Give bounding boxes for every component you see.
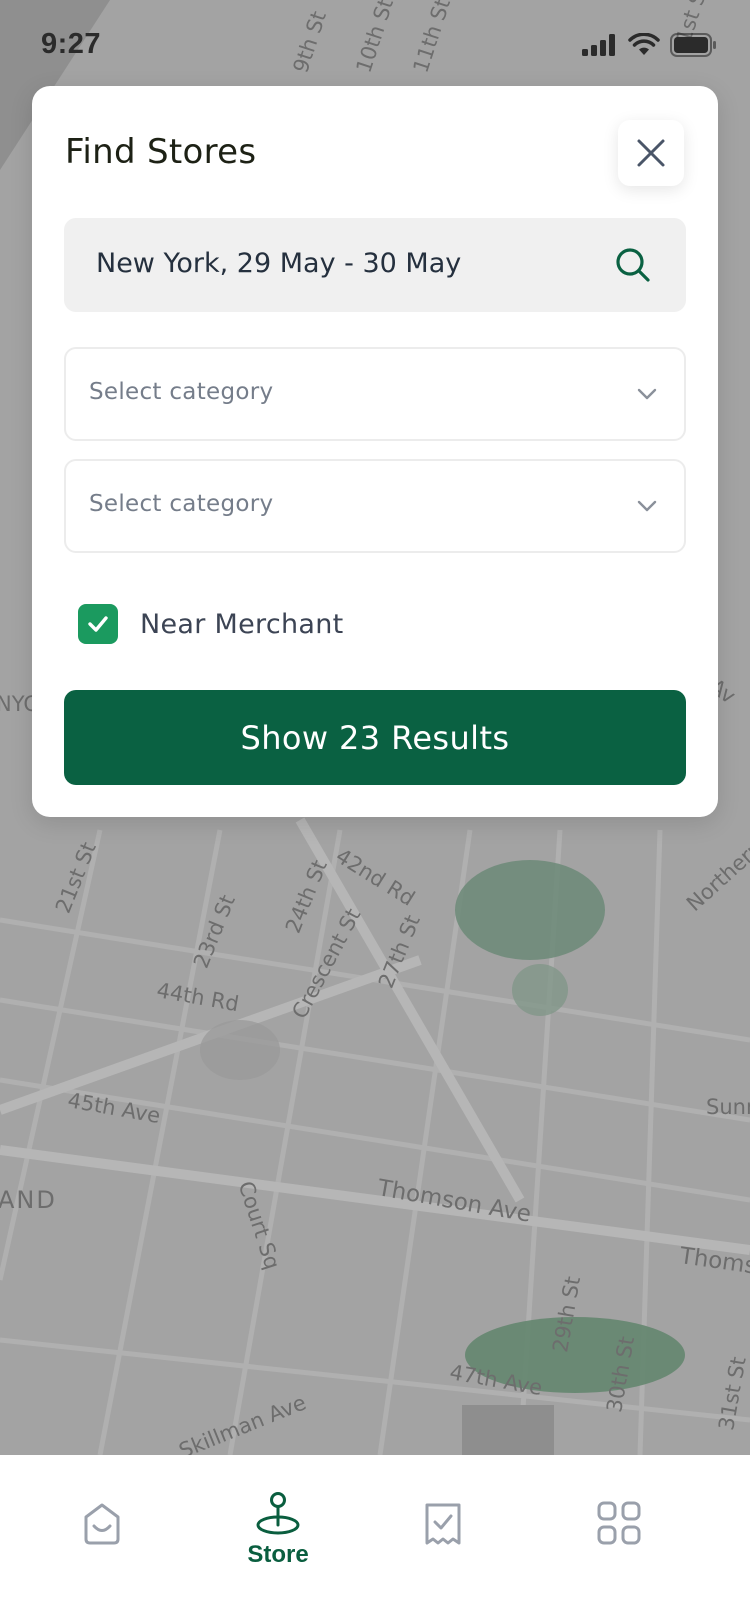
category-select-placeholder: Select category — [89, 491, 274, 517]
bottom-tab-bar: Store — [0, 1455, 750, 1600]
chevron-down-icon — [637, 388, 657, 400]
close-icon — [637, 139, 665, 167]
near-merchant-toggle[interactable]: Near Merchant — [78, 604, 344, 644]
checkmark-icon — [88, 616, 108, 632]
wifi-icon — [628, 33, 660, 55]
battery-icon — [670, 33, 716, 57]
map-pin-icon — [256, 1492, 300, 1535]
status-bar: 9:27 — [0, 0, 750, 88]
find-stores-modal: Find Stores New York, 29 May - 30 May Se… — [32, 86, 718, 817]
receipt-check-icon — [425, 1503, 461, 1545]
tab-receipts[interactable] — [383, 1455, 503, 1600]
map-street-label: AND — [0, 1186, 57, 1214]
search-icon[interactable] — [614, 246, 652, 284]
chevron-down-icon — [637, 500, 657, 512]
modal-title: Find Stores — [65, 132, 257, 172]
category-select[interactable]: Select category — [64, 347, 686, 441]
tab-store-label: Store — [247, 1541, 309, 1568]
category-select[interactable]: Select category — [64, 459, 686, 553]
near-merchant-checkbox[interactable] — [78, 604, 118, 644]
bag-smile-icon — [84, 1503, 120, 1545]
status-icons — [582, 33, 718, 57]
tab-store[interactable]: Store — [218, 1455, 338, 1600]
category-select-placeholder: Select category — [89, 379, 274, 405]
close-button[interactable] — [618, 120, 684, 186]
status-time: 9:27 — [41, 28, 102, 60]
grid-icon — [597, 1501, 641, 1545]
near-merchant-label: Near Merchant — [140, 608, 344, 640]
tab-home[interactable] — [42, 1455, 162, 1600]
show-results-button[interactable]: Show 23 Results — [64, 690, 686, 785]
tab-more[interactable] — [559, 1455, 679, 1600]
search-value: New York, 29 May - 30 May — [96, 248, 462, 279]
cellular-signal-icon — [582, 34, 615, 56]
map-street-label: Sunn — [706, 1095, 750, 1119]
search-input[interactable]: New York, 29 May - 30 May — [64, 218, 686, 312]
